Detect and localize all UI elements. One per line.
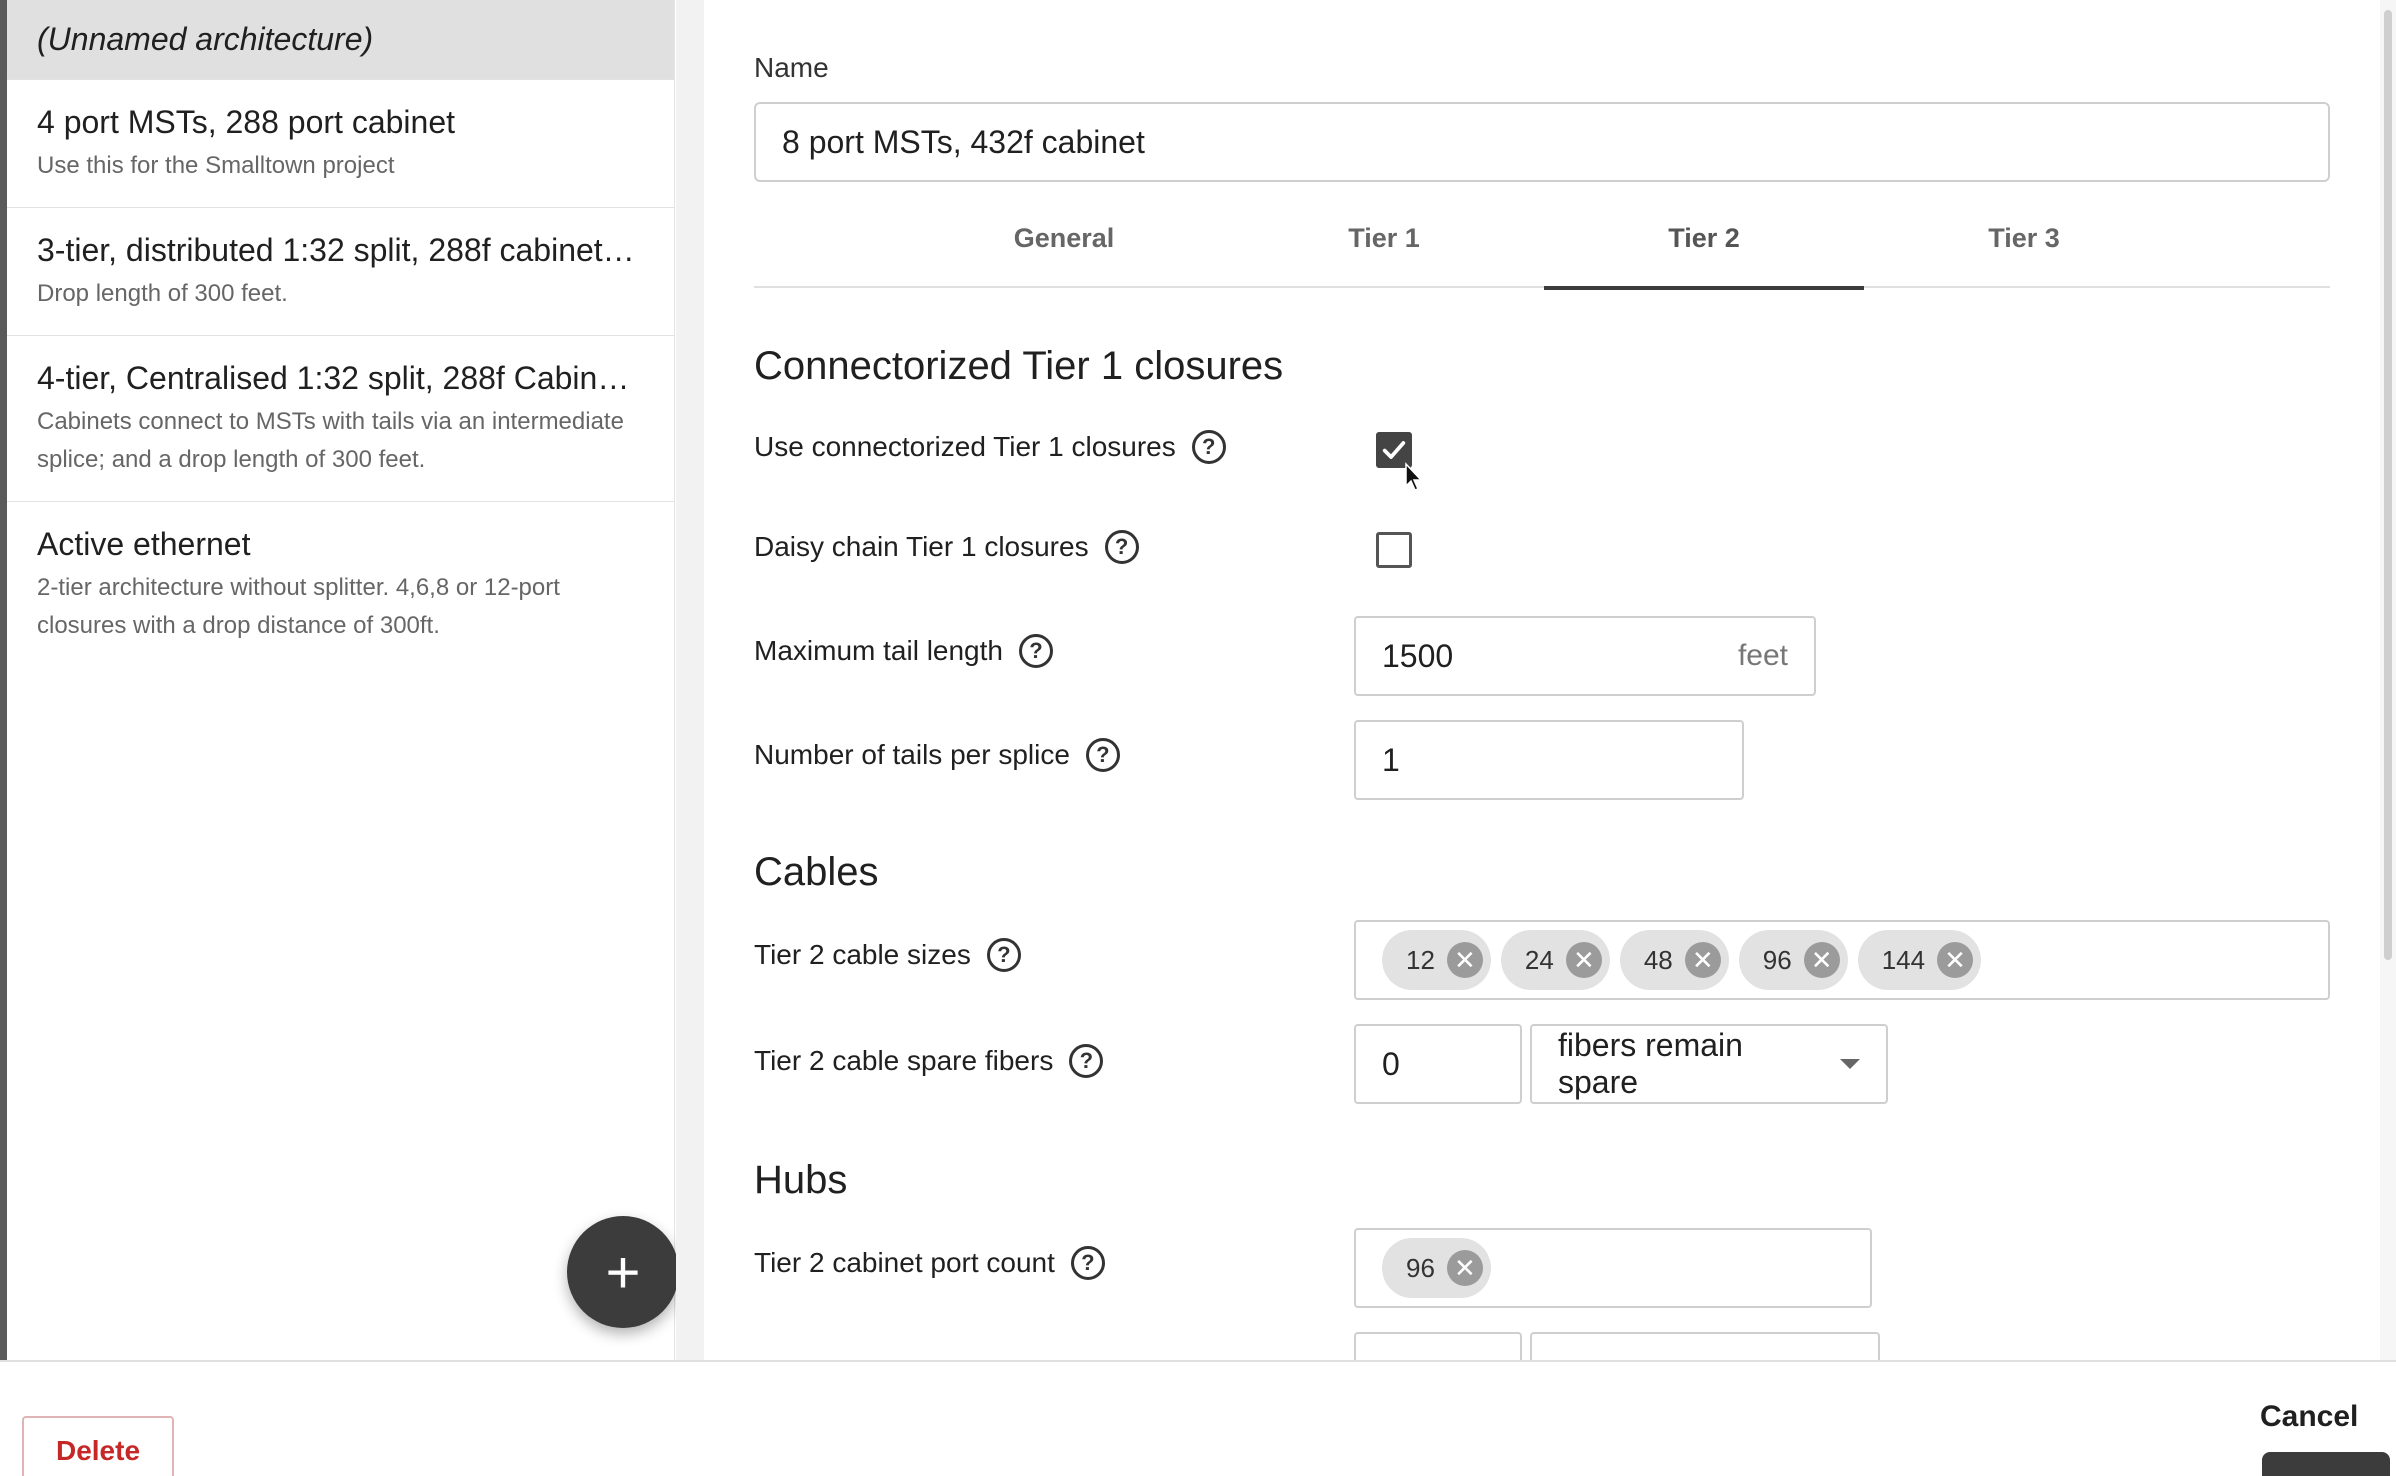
architecture-list: (Unnamed architecture) 4 port MSTs, 288 … [7,0,679,1360]
scrollbar[interactable] [2380,0,2396,1360]
tier-tabs: General Tier 1 Tier 2 Tier 3 [754,188,2330,290]
cable-sizes-label: Tier 2 cable sizes [754,939,971,970]
cable-sizes-input[interactable]: 12 ✕ 24 ✕ 48 ✕ 96 ✕ 144 ✕ [1354,920,2330,1000]
architecture-description: 2-tier architecture without splitter. 4,… [37,574,560,639]
max-tail-value: 1500 [1382,637,1454,674]
tails-per-splice-input[interactable]: 1 [1354,720,1744,800]
architecture-item-unnamed[interactable]: (Unnamed architecture) [7,0,674,80]
remove-chip-icon[interactable]: ✕ [1803,942,1840,978]
chip-label: 144 [1881,944,1926,975]
daisy-chain-row: Daisy chain Tier 1 closures ? [754,530,1139,564]
tab-tier-1[interactable]: Tier 1 [1224,188,1544,288]
chip-label: 12 [1406,944,1435,975]
architecture-item[interactable]: 4-tier, Centralised 1:32 split, 288f Cab… [7,336,674,502]
chevron-down-icon [1840,1059,1860,1069]
use-connectorized-label: Use connectorized Tier 1 closures [754,431,1176,462]
remove-chip-icon[interactable]: ✕ [1446,942,1483,978]
spare-fibers-mode-value: fibers remain spare [1558,1027,1743,1100]
window-edge [0,0,7,1360]
delete-button[interactable]: Delete [22,1416,174,1476]
architecture-title: (Unnamed architecture) [37,21,374,57]
help-icon[interactable]: ? [1104,530,1139,564]
max-tail-unit: feet [1737,639,1788,672]
spare-fibers-label: Tier 2 cable spare fibers [754,1045,1054,1076]
architecture-title: 4-tier, Centralised 1:32 split, 288f Cab… [37,360,644,396]
tails-per-splice-value: 1 [1382,741,1400,778]
next-row-input[interactable] [1354,1332,1522,1360]
scrollbar-thumb[interactable] [2384,10,2392,960]
architecture-description: Drop length of 300 feet. [37,280,288,307]
mouse-cursor-icon [1405,462,1423,491]
tails-per-splice-row: Number of tails per splice ? [754,738,1120,772]
chip-label: 24 [1524,944,1554,975]
cable-sizes-row: Tier 2 cable sizes ? [754,938,1021,972]
cabinet-port-chip: 96 ✕ [1382,1238,1491,1298]
cabinet-port-label: Tier 2 cabinet port count [754,1247,1055,1278]
dialog-footer: Delete Cancel [0,1360,2396,1476]
max-tail-row: Maximum tail length ? [754,634,1053,668]
tab-tier-3[interactable]: Tier 3 [1864,188,2184,288]
spare-fibers-row: Tier 2 cable spare fibers ? [754,1044,1104,1078]
daisy-chain-label: Daisy chain Tier 1 closures [754,531,1089,562]
tab-general[interactable]: General [904,188,1224,288]
daisy-chain-checkbox[interactable] [1376,532,1412,568]
spare-fibers-mode-select[interactable]: fibers remain spare [1530,1024,1888,1104]
remove-chip-icon[interactable]: ✕ [1684,942,1721,978]
help-icon[interactable]: ? [1191,430,1226,464]
check-icon [1382,441,1406,459]
remove-chip-icon[interactable]: ✕ [1446,1250,1483,1286]
remove-chip-icon[interactable]: ✕ [1565,942,1602,978]
next-row-select[interactable] [1530,1332,1880,1360]
chip-label: 48 [1643,944,1673,975]
cable-size-chip: 144 ✕ [1857,930,1982,990]
section-title-hubs: Hubs [754,1158,848,1202]
max-tail-label: Maximum tail length [754,635,1003,666]
save-button[interactable] [2262,1452,2390,1476]
architecture-title: 4 port MSTs, 288 port cabinet [37,104,455,140]
architecture-item[interactable]: 4 port MSTs, 288 port cabinet Use this f… [7,80,674,208]
cable-size-chip: 48 ✕ [1619,930,1729,990]
spare-fibers-input[interactable]: 0 [1354,1024,1522,1104]
cabinet-port-row: Tier 2 cabinet port count ? [754,1246,1105,1280]
section-title-connectorized: Connectorized Tier 1 closures [754,344,1284,388]
architecture-description: Cabinets connect to MSTs with tails via … [37,408,624,473]
cabinet-port-input[interactable]: 96 ✕ [1354,1228,1872,1308]
max-tail-input[interactable]: 1500 feet [1354,616,1816,696]
cable-size-chip: 24 ✕ [1500,930,1610,990]
help-icon[interactable]: ? [1018,634,1053,668]
cable-size-chip: 12 ✕ [1382,930,1491,990]
add-architecture-button[interactable]: + [567,1216,679,1328]
use-connectorized-row: Use connectorized Tier 1 closures ? [754,430,1226,464]
chip-label: 96 [1406,1252,1435,1283]
help-icon[interactable]: ? [986,938,1021,972]
panel-divider [676,0,704,1360]
remove-chip-icon[interactable]: ✕ [1937,942,1974,978]
tails-per-splice-label: Number of tails per splice [754,739,1070,770]
architecture-title: 3-tier, distributed 1:32 split, 288f cab… [37,232,635,268]
tab-tier-2[interactable]: Tier 2 [1544,188,1864,290]
plus-icon: + [605,1238,641,1306]
architecture-editor: Name 8 port MSTs, 432f cabinet General T… [704,0,2384,1360]
cable-size-chip: 96 ✕ [1738,930,1848,990]
chip-label: 96 [1762,944,1792,975]
architecture-title: Active ethernet [37,526,251,562]
name-input[interactable]: 8 port MSTs, 432f cabinet [754,102,2330,182]
section-title-cables: Cables [754,850,879,894]
architecture-item[interactable]: 3-tier, distributed 1:32 split, 288f cab… [7,208,674,336]
help-icon[interactable]: ? [1070,1246,1105,1280]
architecture-item[interactable]: Active ethernet 2-tier architecture with… [7,502,674,668]
help-icon[interactable]: ? [1069,1044,1104,1078]
cancel-button[interactable]: Cancel [2260,1400,2358,1434]
name-label: Name [754,52,829,83]
spare-fibers-value: 0 [1382,1045,1400,1082]
architecture-description: Use this for the Smalltown project [37,152,395,179]
help-icon[interactable]: ? [1085,738,1120,772]
